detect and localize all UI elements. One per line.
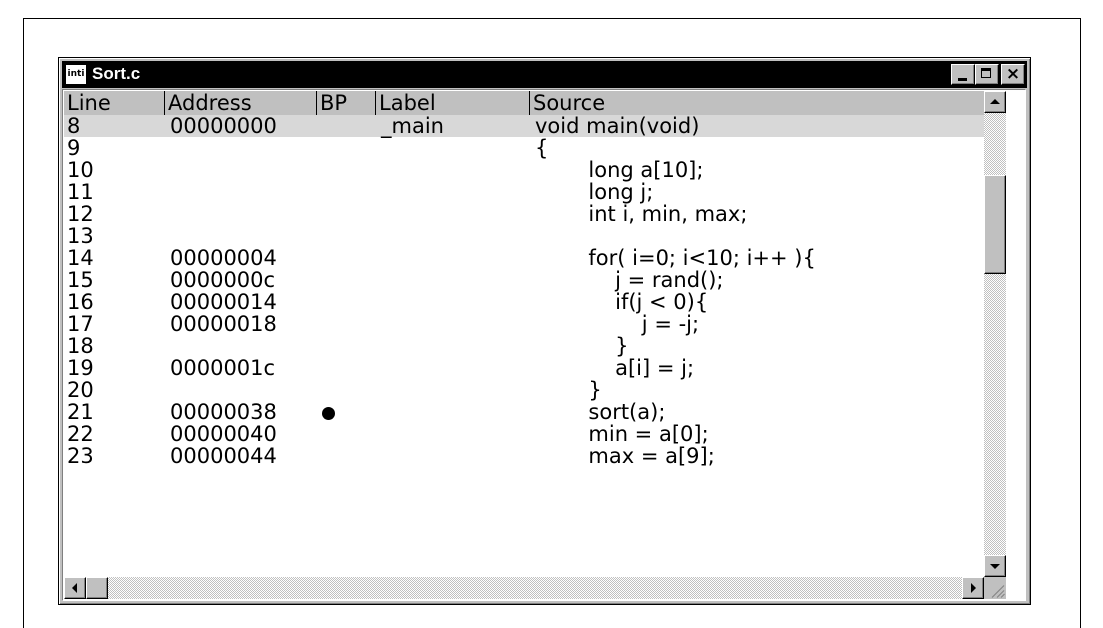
- address-cell: 00000038: [170, 400, 277, 424]
- address-cell: 0000000c: [170, 268, 276, 292]
- window-title: Sort.c: [92, 64, 141, 83]
- table-row[interactable]: 22 00000040 min = a[0];: [64, 423, 984, 445]
- column-header-bp[interactable]: BP: [316, 91, 375, 115]
- source-cell: if(j < 0){: [535, 290, 709, 314]
- table-row[interactable]: 15 0000000c j = rand();: [64, 269, 984, 291]
- source-list-view[interactable]: Line Address BP Label Source 8 00000000 _m…: [62, 89, 1026, 601]
- line-number: 22: [67, 422, 94, 446]
- horizontal-scrollbar[interactable]: [64, 577, 984, 599]
- table-row[interactable]: 19 0000001c a[i] = j;: [64, 357, 984, 379]
- source-rows: 8 00000000 _main void main(void) 9{10 long a…: [64, 115, 984, 467]
- maximize-button[interactable]: [975, 64, 999, 85]
- column-header-source[interactable]: Source: [529, 91, 984, 115]
- scroll-left-button[interactable]: [64, 577, 86, 599]
- arrow-left-icon: [72, 583, 77, 593]
- line-number: 14: [67, 246, 94, 270]
- close-button[interactable]: ×: [1001, 64, 1025, 85]
- address-cell: 00000044: [170, 444, 277, 468]
- source-cell: void main(void): [535, 114, 700, 138]
- arrow-up-icon: [990, 99, 1000, 104]
- horizontal-scroll-thumb[interactable]: [86, 577, 108, 599]
- scroll-down-button[interactable]: [984, 555, 1006, 577]
- app-icon[interactable]: inti: [66, 65, 86, 84]
- minimize-icon: [958, 78, 967, 81]
- maximize-icon: [981, 68, 991, 78]
- address-cell: 00000014: [170, 290, 277, 314]
- table-row[interactable]: 18 }: [64, 335, 984, 357]
- breakpoint-icon[interactable]: [322, 407, 335, 420]
- vertical-scroll-thumb[interactable]: [984, 175, 1006, 274]
- table-row[interactable]: 23 00000044 max = a[9];: [64, 445, 984, 467]
- table-row[interactable]: 10 long a[10];: [64, 159, 984, 181]
- vertical-scrollbar[interactable]: [984, 91, 1006, 577]
- scroll-up-button[interactable]: [984, 91, 1006, 113]
- column-header-line[interactable]: Line: [64, 91, 164, 115]
- arrow-right-icon: [971, 583, 976, 593]
- source-cell: a[i] = j;: [535, 356, 695, 380]
- table-row[interactable]: 17 00000018 j = -j;: [64, 313, 984, 335]
- source-cell: sort(a);: [535, 400, 666, 424]
- address-cell: 00000000: [170, 114, 277, 138]
- source-cell: j = -j;: [535, 312, 700, 336]
- source-window: inti Sort.c × Line Address BP Label Sour…: [58, 57, 1031, 605]
- scroll-right-button[interactable]: [962, 577, 984, 599]
- table-row[interactable]: 14 00000004 for( i=0; i<10; i++ ){: [64, 247, 984, 269]
- line-number: 16: [67, 290, 94, 314]
- source-cell: int i, min, max;: [535, 202, 748, 226]
- address-cell: 00000018: [170, 312, 277, 336]
- line-number: 13: [67, 224, 94, 248]
- source-cell: long j;: [535, 180, 654, 204]
- line-number: 21: [67, 400, 94, 424]
- line-number: 23: [67, 444, 94, 468]
- source-cell: }: [535, 378, 602, 402]
- table-row[interactable]: 21 00000038 sort(a);: [64, 401, 984, 423]
- arrow-down-icon: [990, 564, 1000, 569]
- address-cell: 00000040: [170, 422, 277, 446]
- line-number: 11: [67, 180, 94, 204]
- line-number: 8: [67, 114, 81, 138]
- source-cell: for( i=0; i<10; i++ ){: [535, 246, 816, 270]
- address-cell: 0000001c: [170, 356, 276, 380]
- line-number: 9: [67, 136, 81, 160]
- line-number: 15: [67, 268, 94, 292]
- column-header-label[interactable]: Label: [375, 91, 529, 115]
- line-number: 18: [67, 334, 94, 358]
- line-number: 17: [67, 312, 94, 336]
- source-cell: j = rand();: [535, 268, 724, 292]
- source-cell: {: [535, 136, 549, 160]
- table-row[interactable]: 8 00000000 _main void main(void): [64, 115, 984, 137]
- table-row[interactable]: 12 int i, min, max;: [64, 203, 984, 225]
- source-cell: long a[10];: [535, 158, 704, 182]
- line-number: 10: [67, 158, 94, 182]
- source-cell: max = a[9];: [535, 444, 715, 468]
- table-row[interactable]: 20 }: [64, 379, 984, 401]
- source-cell: min = a[0];: [535, 422, 709, 446]
- table-row[interactable]: 9{: [64, 137, 984, 159]
- column-header: Line Address BP Label Source: [64, 91, 984, 115]
- source-cell: }: [535, 334, 629, 358]
- minimize-button[interactable]: [951, 64, 975, 85]
- line-number: 12: [67, 202, 94, 226]
- close-icon: ×: [1005, 64, 1021, 84]
- line-number: 19: [67, 356, 94, 380]
- table-row[interactable]: 13: [64, 225, 984, 247]
- table-row[interactable]: 11 long j;: [64, 181, 984, 203]
- title-bar[interactable]: inti Sort.c ×: [62, 61, 1027, 88]
- column-header-address[interactable]: Address: [164, 91, 316, 115]
- label-cell: _main: [381, 114, 444, 138]
- resize-grip[interactable]: [984, 577, 1006, 599]
- table-row[interactable]: 16 00000014 if(j < 0){: [64, 291, 984, 313]
- address-cell: 00000004: [170, 246, 277, 270]
- line-number: 20: [67, 378, 94, 402]
